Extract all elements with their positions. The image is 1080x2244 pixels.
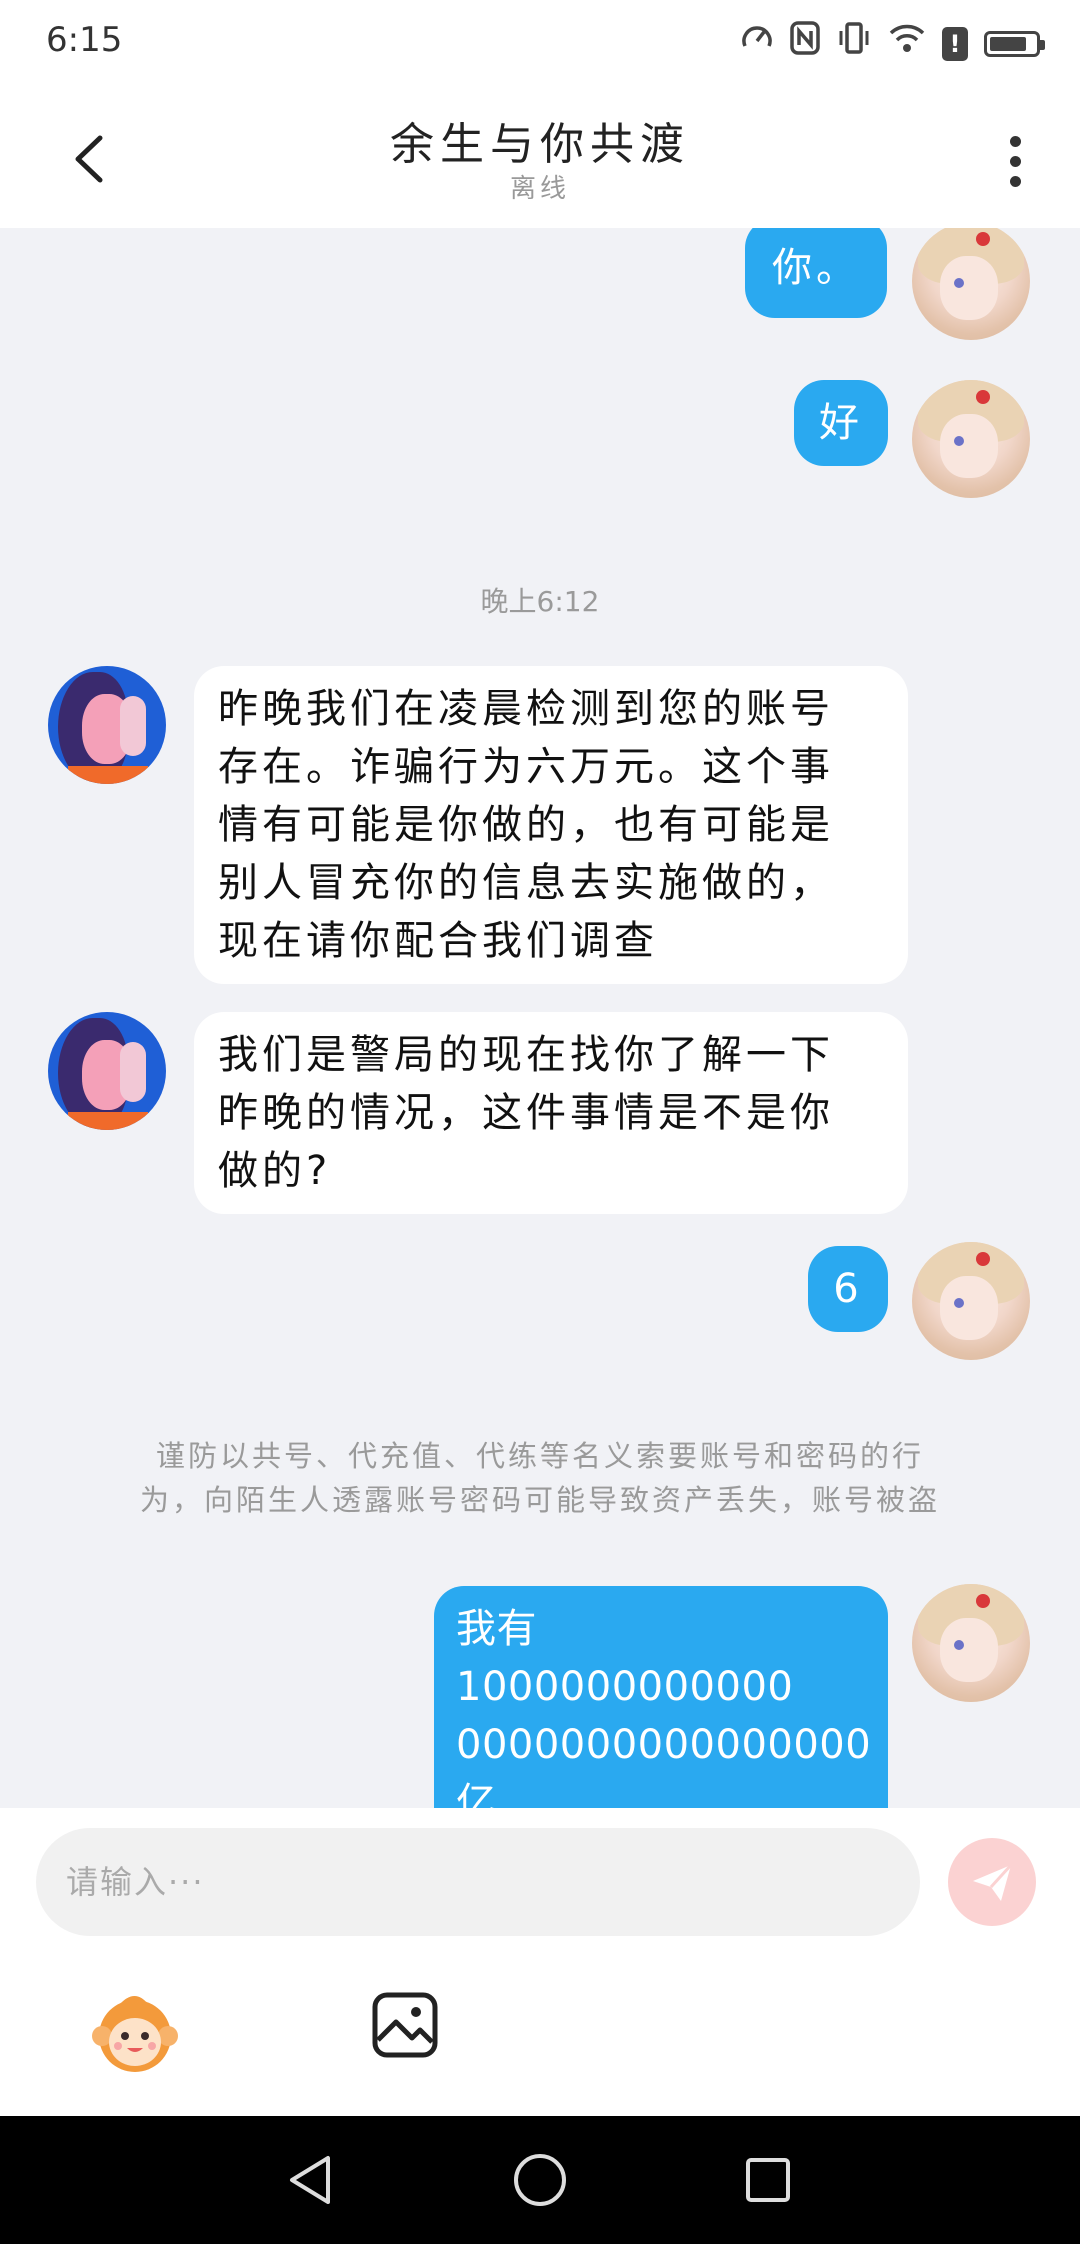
image-picker-button[interactable] — [370, 1990, 440, 2060]
message-bubble-outgoing[interactable]: 我有1000000000000 0000000000000000 亿 — [434, 1586, 888, 1808]
message-line: 亿 — [456, 1780, 497, 1808]
wifi-icon — [888, 22, 926, 67]
message-line: 情有可能是你做的，也有可能是 — [218, 802, 834, 848]
notice-line: 为，向陌生人透露账号密码可能导致资产丢失，账号被盗 — [139, 1483, 940, 1517]
nav-recents-button[interactable] — [738, 2150, 798, 2210]
security-notice: 谨防以共号、代充值、代练等名义索要账号和密码的行 为，向陌生人透露账号密码可能导… — [90, 1434, 990, 1522]
message-bubble-incoming[interactable]: 我们是警局的现在找你了解一下 昨晚的情况，这件事情是不是你 做的? — [194, 1012, 908, 1214]
send-button[interactable] — [948, 1838, 1036, 1926]
contact-avatar[interactable] — [48, 1012, 166, 1130]
message-line: 昨晚的情况，这件事情是不是你 — [218, 1090, 834, 1136]
more-options-button[interactable] — [980, 126, 1050, 196]
my-avatar[interactable] — [912, 1584, 1030, 1702]
status-bar: 6:15 ! — [0, 0, 1080, 86]
send-icon — [973, 1863, 1013, 1901]
alert-icon: ! — [942, 27, 968, 61]
message-bubble-outgoing[interactable]: 6 — [808, 1246, 888, 1332]
message-text: 好 — [819, 400, 863, 446]
battery-icon — [984, 31, 1045, 57]
my-avatar[interactable] — [912, 1242, 1030, 1360]
square-recents-icon — [746, 2158, 790, 2202]
message-list[interactable]: 你。 好 晚上6:12 昨晚我们在凌晨检测到您的账号 存在。诈骗行为六万元。这个… — [0, 228, 1080, 1808]
message-text: 你。 — [772, 245, 860, 291]
message-input[interactable] — [36, 1828, 920, 1936]
my-avatar[interactable] — [912, 228, 1030, 340]
composer — [0, 1808, 1080, 2116]
monkey-emoji-icon — [92, 1996, 178, 2072]
message-line: 0000000000000000 — [456, 1722, 872, 1768]
contact-status: 离线 — [509, 174, 570, 204]
message-line: 现在请你配合我们调查 — [218, 918, 658, 964]
message-line: 我们是警局的现在找你了解一下 — [218, 1032, 834, 1078]
chat-title: 余生与你共渡 — [390, 119, 690, 170]
chat-header: 余生与你共渡 离线 — [0, 86, 1080, 228]
more-vertical-icon — [1009, 135, 1021, 147]
vibrate-icon — [836, 21, 872, 68]
message-text: 6 — [833, 1266, 863, 1312]
circle-home-icon — [514, 2154, 566, 2206]
status-time: 6:15 — [46, 20, 123, 60]
nav-home-button[interactable] — [510, 2150, 570, 2210]
status-icons: ! — [740, 20, 1045, 68]
emoji-button[interactable] — [90, 1986, 180, 2076]
my-avatar[interactable] — [912, 380, 1030, 498]
message-bubble-outgoing[interactable]: 你。 — [745, 228, 887, 318]
message-line: 我有1000000000000 — [456, 1606, 794, 1710]
message-line: 存在。诈骗行为六万元。这个事 — [218, 744, 834, 790]
message-bubble-incoming[interactable]: 昨晚我们在凌晨检测到您的账号 存在。诈骗行为六万元。这个事 情有可能是你做的，也… — [194, 666, 908, 984]
system-navigation-bar — [0, 2116, 1080, 2244]
triangle-back-icon — [290, 2156, 330, 2204]
message-bubble-outgoing[interactable]: 好 — [794, 380, 888, 466]
image-icon — [372, 1992, 438, 2058]
notice-line: 谨防以共号、代充值、代练等名义索要账号和密码的行 — [155, 1439, 924, 1473]
message-line: 做的? — [218, 1148, 332, 1194]
speedometer-icon — [740, 21, 774, 68]
message-line: 昨晚我们在凌晨检测到您的账号 — [218, 686, 834, 732]
nav-back-button[interactable] — [282, 2150, 342, 2210]
timestamp-separator: 晚上6:12 — [480, 585, 600, 618]
contact-avatar[interactable] — [48, 666, 166, 784]
nfc-icon — [790, 20, 820, 68]
message-line: 别人冒充你的信息去实施做的， — [218, 860, 834, 906]
